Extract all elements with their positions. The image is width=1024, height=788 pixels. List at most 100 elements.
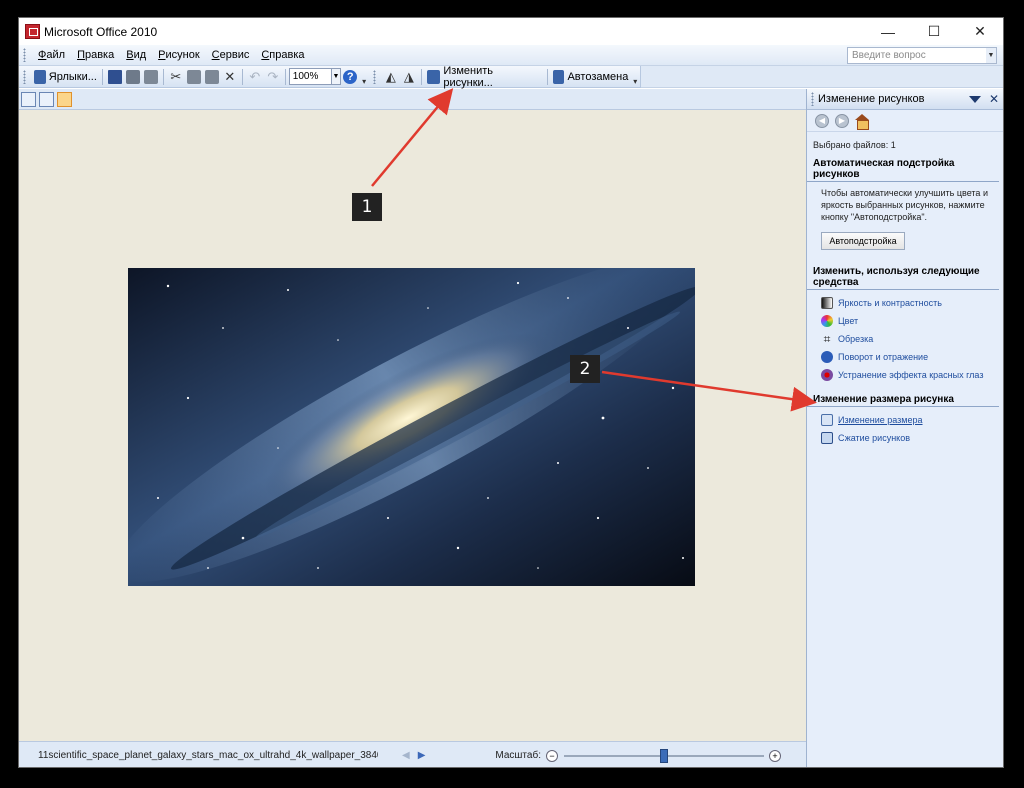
office-app-icon xyxy=(25,24,40,39)
maximize-button[interactable]: ☐ xyxy=(911,18,957,45)
toolbar-overflow-icon[interactable]: ▾ xyxy=(359,68,369,86)
resize-link[interactable]: Изменение размера xyxy=(807,411,1003,429)
chevron-down-icon[interactable] xyxy=(968,95,981,103)
rotate-flip-link[interactable]: Поворот и отражение xyxy=(807,348,1003,366)
resize-icon xyxy=(821,414,833,426)
menu-view[interactable]: Вид xyxy=(120,49,152,61)
autocorrect-icon xyxy=(553,69,565,84)
rotate-icon: ◭ xyxy=(385,68,396,84)
close-button[interactable]: ✕ xyxy=(957,18,1003,45)
forward-icon[interactable]: ▶ xyxy=(835,113,849,128)
redo-button[interactable]: ↷ xyxy=(264,68,282,86)
edit-pictures-icon xyxy=(426,69,441,84)
save-button[interactable] xyxy=(106,68,124,86)
shortcuts-button[interactable]: Ярлыки... xyxy=(32,68,99,86)
help-button[interactable]: ? xyxy=(341,68,359,86)
toolbar-grip[interactable] xyxy=(23,69,26,84)
auto-correct-button[interactable]: Автоподстройка xyxy=(821,232,905,250)
app-window: Microsoft Office 2010 — ☐ ✕ Файл Правка … xyxy=(18,17,1004,768)
edit-pictures-label: Изменить рисунки... xyxy=(443,64,493,89)
resize-section-title: Изменение размера рисунка xyxy=(807,386,999,407)
menu-help[interactable]: Справка xyxy=(255,49,310,61)
brightness-contrast-link[interactable]: Яркость и контрастность xyxy=(807,294,1003,312)
toolbar-separator xyxy=(284,68,286,85)
edit-tools-section-title: Изменить, используя следующие средства xyxy=(807,258,999,290)
thumbnail-view-button[interactable] xyxy=(21,91,36,107)
next-picture-icon[interactable]: ▶ xyxy=(418,750,426,761)
toolbar-grip[interactable] xyxy=(372,69,376,84)
crop-icon: ⌗ xyxy=(823,332,831,346)
cut-icon: ✂ xyxy=(170,68,182,84)
toolbar-background xyxy=(641,66,1003,88)
auto-correct-description: Чтобы автоматически улучшить цвета и ярк… xyxy=(821,188,988,222)
delete-button[interactable]: ✕ xyxy=(221,68,239,86)
title-bar: Microsoft Office 2010 — ☐ ✕ xyxy=(19,18,1003,45)
toolbar-overflow-icon[interactable]: ▾ xyxy=(630,68,640,86)
save-icon xyxy=(107,69,122,84)
autocorrect-button[interactable]: Автозамена xyxy=(551,68,630,86)
cut-button[interactable]: ✂ xyxy=(167,68,185,86)
brightness-icon xyxy=(821,297,833,309)
menu-file[interactable]: Файл xyxy=(32,49,71,61)
paste-button[interactable] xyxy=(203,68,221,86)
file-name: 11scientific_space_planet_galaxy_stars_m… xyxy=(38,750,378,761)
resize-list: Изменение размера Сжатие рисунков xyxy=(807,407,1003,447)
menu-edit[interactable]: Правка xyxy=(71,49,120,61)
color-link[interactable]: Цвет xyxy=(807,312,1003,330)
toolbar-separator xyxy=(162,68,164,85)
chevron-down-icon[interactable]: ▼ xyxy=(331,68,342,85)
undo-icon: ↶ xyxy=(249,68,261,84)
zoom-in-icon[interactable]: + xyxy=(768,749,781,762)
print-preview-button[interactable] xyxy=(142,68,160,86)
task-pane-grip[interactable] xyxy=(811,92,814,106)
compress-pictures-link[interactable]: Сжатие рисунков xyxy=(807,429,1003,447)
menu-picture[interactable]: Рисунок xyxy=(152,49,206,61)
ask-question-input[interactable]: Введите вопрос ▼ xyxy=(847,47,997,64)
home-icon[interactable] xyxy=(855,113,869,130)
task-pane-nav: ◀ ▶ xyxy=(807,110,1003,132)
shortcuts-icon xyxy=(33,69,46,84)
crop-link[interactable]: ⌗ Обрезка xyxy=(807,330,1003,348)
flip-button[interactable]: ◮ xyxy=(400,68,418,86)
zoom-select[interactable]: 100% xyxy=(288,68,332,85)
toolbar-separator xyxy=(547,68,549,85)
zoom-slider-thumb[interactable] xyxy=(659,748,668,763)
close-icon[interactable]: ✕ xyxy=(989,92,999,106)
zoom-out-icon[interactable]: − xyxy=(545,749,558,762)
window-title: Microsoft Office 2010 xyxy=(44,24,158,39)
zoom-slider[interactable] xyxy=(563,748,764,763)
rotate-button[interactable]: ◭ xyxy=(382,68,400,86)
picture-canvas xyxy=(19,110,806,741)
galaxy-picture[interactable] xyxy=(128,268,695,586)
copy-button[interactable] xyxy=(185,68,203,86)
minimize-button[interactable]: — xyxy=(865,18,911,45)
annotation-label-1: 1 xyxy=(352,193,382,221)
edit-pictures-button[interactable]: Изменить рисунки... xyxy=(425,64,544,89)
menu-bar: Файл Правка Вид Рисунок Сервис Справка В… xyxy=(19,45,1003,66)
red-eye-link[interactable]: Устранение эффекта красных глаз xyxy=(807,366,1003,384)
shortcuts-label: Ярлыки... xyxy=(48,70,97,83)
redo-icon: ↷ xyxy=(267,68,279,84)
delete-icon: ✕ xyxy=(224,68,236,84)
zoom-label: Масштаб: xyxy=(495,750,541,761)
print-button[interactable] xyxy=(124,68,142,86)
toolbar-separator xyxy=(101,68,103,85)
menu-grip[interactable] xyxy=(23,48,26,62)
autocorrect-label: Автозамена xyxy=(567,70,629,83)
menu-tools[interactable]: Сервис xyxy=(206,49,256,61)
previous-picture-icon[interactable]: ◀ xyxy=(402,750,410,761)
single-picture-view-button[interactable] xyxy=(57,91,72,107)
task-pane-header: Изменение рисунков ✕ xyxy=(807,89,1003,110)
status-bar: 11scientific_space_planet_galaxy_stars_m… xyxy=(19,741,806,767)
selected-files-count: Выбрано файлов: 1 xyxy=(813,140,896,150)
filmstrip-view-button[interactable] xyxy=(39,91,54,107)
back-icon[interactable]: ◀ xyxy=(815,113,829,128)
rotate-icon xyxy=(821,351,833,363)
window-controls: — ☐ ✕ xyxy=(865,18,1003,45)
annotation-label-2: 2 xyxy=(570,355,600,383)
undo-button[interactable]: ↶ xyxy=(246,68,264,86)
flip-icon: ◮ xyxy=(403,68,414,84)
color-icon xyxy=(821,315,833,327)
chevron-down-icon[interactable]: ▼ xyxy=(986,48,996,63)
red-eye-icon xyxy=(821,369,833,381)
